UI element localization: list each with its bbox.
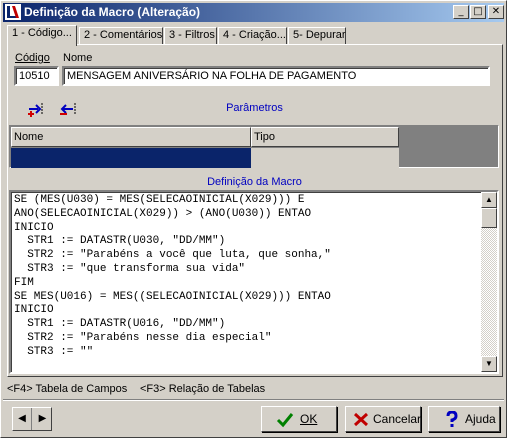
title-bar[interactable]: Definição da Macro (Alteração) _ □ ✕ <box>3 3 504 22</box>
tab-codigo[interactable]: 1 - Código... <box>7 25 77 46</box>
tab-criacao[interactable]: 4 - Criação... <box>218 27 287 45</box>
record-navigator: ◀ ▶ <box>12 407 52 431</box>
macro-definition-window: Definição da Macro (Alteração) _ □ ✕ 1 -… <box>0 0 507 438</box>
macro-code-editor[interactable]: SE (MES(U030) = MES(SELECAOINICIAL(X029)… <box>9 190 499 374</box>
status-hint-tabela-campos: <F4> Tabela de Campos <box>7 383 128 395</box>
next-record-icon[interactable]: ▶ <box>33 408 52 430</box>
minimize-button[interactable]: _ <box>453 5 469 19</box>
cancel-button[interactable]: Cancelar <box>345 406 421 432</box>
previous-record-icon[interactable]: ◀ <box>13 408 32 430</box>
tab-comentarios[interactable]: 2 - Comentários <box>79 27 163 45</box>
scroll-up-arrow-icon[interactable]: ▲ <box>481 192 497 208</box>
status-hint-relacao-tabelas: <F3> Relação de Tabelas <box>140 383 266 395</box>
status-bar: <F4> Tabela de Campos <F3> Relação de Ta… <box>3 381 504 397</box>
macro-code-text[interactable]: SE (MES(U030) = MES(SELECAOINICIAL(X029)… <box>14 194 331 360</box>
help-question-icon <box>446 411 458 427</box>
help-label: Ajuda <box>465 412 496 426</box>
help-button[interactable]: Ajuda <box>428 406 500 432</box>
scroll-down-arrow-icon[interactable]: ▼ <box>481 356 497 372</box>
window-title: Definição da Macro (Alteração) <box>24 5 201 19</box>
parametros-grid[interactable]: Nome Tipo <box>9 125 499 168</box>
tab-depurar[interactable]: 5- Depurar <box>288 27 346 45</box>
nome-label: Nome <box>63 52 93 64</box>
grid-cell[interactable] <box>251 148 399 168</box>
ok-button[interactable]: OK <box>261 406 337 432</box>
definicao-title: Definição da Macro <box>207 176 302 188</box>
grid-header-nome[interactable]: Nome <box>11 127 251 147</box>
ok-label: OK <box>300 412 318 426</box>
tab-filtros[interactable]: 3 - Filtros <box>164 27 217 45</box>
remove-parameter-icon[interactable] <box>59 101 79 117</box>
grid-header-tipo[interactable]: Tipo <box>251 127 399 147</box>
cancel-label: Cancelar <box>373 412 422 426</box>
editor-vertical-scrollbar[interactable]: ▲ ▼ <box>481 192 497 372</box>
codigo-label: Código <box>15 52 50 64</box>
scroll-thumb[interactable] <box>481 208 497 228</box>
grid-cell-selected[interactable] <box>11 148 251 168</box>
tab-strip: 1 - Código... 2 - Comentários 3 - Filtro… <box>7 25 503 46</box>
codigo-field[interactable]: 10510 <box>14 66 59 86</box>
app-logo-icon <box>5 4 21 20</box>
button-bar: ◀ ▶ OK Cancelar Ajuda <box>3 399 504 435</box>
maximize-button[interactable]: □ <box>470 5 486 19</box>
cancel-x-icon <box>353 412 369 427</box>
add-parameter-icon[interactable] <box>27 101 47 117</box>
close-button[interactable]: ✕ <box>488 5 504 19</box>
parametros-title: Parâmetros <box>226 102 283 114</box>
nome-field[interactable]: MENSAGEM ANIVERSÁRIO NA FOLHA DE PAGAMEN… <box>62 66 490 86</box>
checkmark-icon <box>276 413 294 428</box>
